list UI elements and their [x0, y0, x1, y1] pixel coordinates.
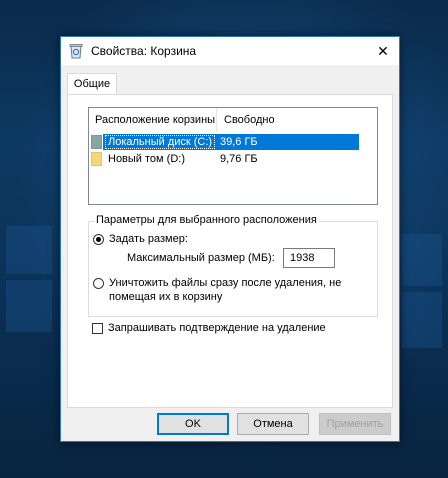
volume-icon	[90, 151, 103, 167]
custom-size-label[interactable]: Задать размер:	[109, 233, 188, 246]
location-free-space: 9,76 ГБ	[220, 153, 258, 165]
delete-immediately-radio[interactable]	[93, 278, 104, 289]
close-button[interactable]: ✕	[367, 37, 399, 65]
settings-group: Параметры для выбранного расположения За…	[88, 214, 378, 317]
local-disk-icon	[90, 134, 103, 150]
desktop-tile	[6, 280, 52, 332]
location-name: Локальный диск (C:)	[105, 135, 216, 149]
desktop-tile	[6, 226, 52, 274]
group-label: Параметры для выбранного расположения	[94, 214, 319, 226]
desktop-tile	[402, 234, 442, 286]
delete-immediately-label-continued[interactable]: помещая их в корзину	[109, 291, 222, 304]
apply-button[interactable]: Применить	[319, 413, 391, 435]
recycle-bin-icon	[69, 43, 83, 59]
column-header-free[interactable]: Свободно	[218, 108, 338, 132]
confirm-delete-label[interactable]: Запрашивать подтверждение на удаление	[108, 322, 326, 335]
location-name: Новый том (D:)	[108, 153, 185, 165]
column-header-location[interactable]: Расположение корзины	[89, 108, 217, 132]
title-bar[interactable]: Свойства: Корзина ✕	[61, 37, 399, 65]
confirm-delete-checkbox[interactable]	[92, 323, 103, 334]
tab-general[interactable]: Общие	[67, 73, 117, 96]
max-size-input[interactable]: 1938	[283, 248, 335, 268]
cancel-button[interactable]: Отмена	[237, 413, 309, 435]
delete-immediately-label[interactable]: Уничтожить файлы сразу после удаления, н…	[109, 277, 341, 290]
list-item[interactable]: Локальный диск (C:) 39,6 ГБ	[89, 134, 375, 150]
locations-list[interactable]: Расположение корзины Свободно Локальный …	[88, 107, 378, 205]
tab-panel-general: Расположение корзины Свободно Локальный …	[67, 94, 393, 408]
ok-button[interactable]: OK	[157, 413, 229, 435]
max-size-label: Максимальный размер (МБ):	[127, 252, 275, 264]
list-item[interactable]: Новый том (D:) 9,76 ГБ	[89, 151, 375, 167]
location-free-space: 39,6 ГБ	[220, 136, 258, 148]
properties-dialog: Свойства: Корзина ✕ Общие Расположение к…	[60, 36, 400, 442]
window-title: Свойства: Корзина	[91, 44, 197, 58]
desktop-tile	[402, 292, 442, 348]
custom-size-radio[interactable]	[93, 234, 104, 245]
close-icon: ✕	[377, 43, 389, 59]
